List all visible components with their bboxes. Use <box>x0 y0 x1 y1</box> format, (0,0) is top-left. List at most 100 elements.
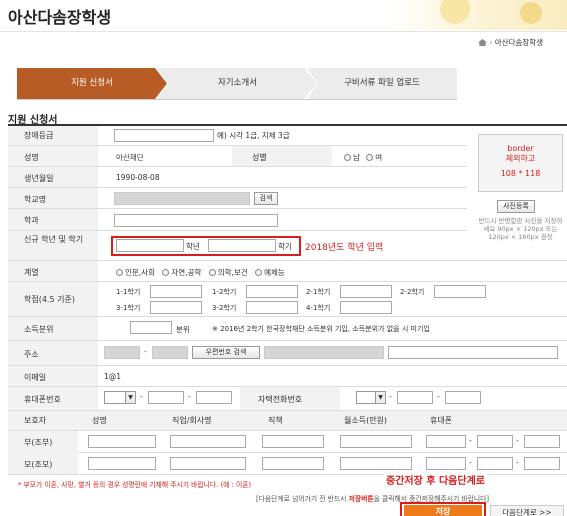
mobile-middle-input[interactable] <box>148 391 184 404</box>
school-input[interactable] <box>114 192 250 205</box>
home-icon[interactable] <box>478 39 487 46</box>
school-search-button[interactable]: 검색 <box>254 192 278 205</box>
tab-self-intro[interactable]: 자기소개서 <box>157 68 317 99</box>
tab-underline <box>17 99 457 100</box>
year-label: 신규 학년 및 학기 <box>24 235 84 244</box>
gpa-input[interactable] <box>150 285 202 298</box>
zip-search-button[interactable]: 우편번호 검색 <box>192 346 260 359</box>
row-line <box>8 365 567 366</box>
guardian-phone-input-3[interactable] <box>524 457 560 470</box>
save-reminder-part: [다음단계로 넘어가기 전 반드시 <box>256 495 349 503</box>
field-radio-medical[interactable] <box>208 269 216 276</box>
field-arts-label[interactable]: 예체능 <box>264 268 285 277</box>
year-note: 2018년도 학년 입력 <box>305 243 384 253</box>
gender-female-radio[interactable] <box>366 154 374 161</box>
guardian-header: 보호자 <box>24 416 47 425</box>
gpa-input[interactable] <box>246 301 298 314</box>
income-input[interactable] <box>130 321 172 334</box>
gpa-input[interactable] <box>246 285 298 298</box>
mobile-separator: - <box>188 392 191 401</box>
home-phone-last-input[interactable] <box>445 391 481 404</box>
email-value: 1@1 <box>104 372 122 381</box>
row-line <box>8 260 567 261</box>
row-line <box>8 208 467 209</box>
tab-application[interactable]: 지원 신청서 <box>17 68 167 99</box>
gpa-input[interactable] <box>340 301 392 314</box>
year-input[interactable] <box>116 239 184 252</box>
chevron-down-icon: ▼ <box>375 392 385 403</box>
gpa-term-label: 3-2학기 <box>212 304 237 312</box>
field-medical-label[interactable]: 의학,보건 <box>218 268 248 277</box>
field-humanities-label[interactable]: 인문,사회 <box>125 268 155 277</box>
save-reminder-emphasis: 저장버튼 <box>348 495 374 503</box>
gender-options: 남 여 <box>344 152 382 163</box>
address-main-input[interactable] <box>264 346 384 359</box>
gender-male-label[interactable]: 남 <box>353 153 360 162</box>
grade-input[interactable] <box>114 129 214 142</box>
guardian-row-label: 모(조모) <box>24 460 53 469</box>
tab-bar: 지원 신청서 자기소개서 구비서류 파일 업로드 <box>17 68 457 99</box>
tab-self-intro-label: 자기소개서 <box>217 78 258 88</box>
row-line <box>8 430 567 431</box>
guardian-phone-input-1[interactable] <box>426 435 466 448</box>
tab-application-label: 지원 신청서 <box>71 78 113 88</box>
guardian-row-label: 부(조부) <box>24 438 53 447</box>
tab-documents-label: 구비서류 파일 업로드 <box>344 78 420 88</box>
chevron-down-icon: ▼ <box>125 392 135 403</box>
guardian-phone-input-3[interactable] <box>524 435 560 448</box>
gpa-input[interactable] <box>150 301 202 314</box>
field-radio-science[interactable] <box>162 269 170 276</box>
photo-frame: border 제외하고 108 * 118 <box>478 134 563 192</box>
term-input[interactable] <box>208 239 276 252</box>
guardian-name-input[interactable] <box>88 435 156 448</box>
field-science-label[interactable]: 자연,공학 <box>171 268 201 277</box>
guardian-phone-input-2[interactable] <box>477 435 513 448</box>
email-label: 이메일 <box>24 373 47 382</box>
save-button[interactable]: 저장 <box>404 505 482 516</box>
field-label: 계열 <box>24 268 39 277</box>
name-label: 성명 <box>24 153 39 162</box>
guardian-header: 성명 <box>92 416 107 425</box>
guardian-job-input[interactable] <box>170 435 246 448</box>
guardian-header: 직책 <box>268 416 283 425</box>
guardian-title-input[interactable] <box>262 435 324 448</box>
gender-male-radio[interactable] <box>344 154 351 161</box>
guardian-income-input[interactable] <box>340 435 412 448</box>
gpa-input[interactable] <box>340 285 392 298</box>
field-radio-arts[interactable] <box>255 269 263 276</box>
header-divider <box>0 31 567 32</box>
home-phone-prefix-select[interactable]: ▼ <box>356 391 386 404</box>
breadcrumb-current[interactable]: 아산다솜장학생 <box>495 38 543 47</box>
save-button-label: 저장 <box>435 507 451 516</box>
gpa-input[interactable] <box>434 285 486 298</box>
photo-register-button[interactable]: 사진등록 <box>497 200 535 213</box>
next-step-button[interactable]: 다음단계로 >> <box>490 505 564 516</box>
zip-input-1[interactable] <box>104 346 140 359</box>
name-value: 아산재단 <box>116 153 144 162</box>
guardian-phone-input-1[interactable] <box>426 457 466 470</box>
major-input[interactable] <box>114 214 278 227</box>
guardian-income-input[interactable] <box>340 457 412 470</box>
phone-separator: - <box>469 436 472 445</box>
zip-input-2[interactable] <box>152 346 188 359</box>
gender-female-label[interactable]: 여 <box>375 153 382 162</box>
field-options: 인문,사회 자연,공학 의학,보건 예체능 <box>116 267 285 278</box>
row-line <box>8 187 467 188</box>
mobile-last-input[interactable] <box>196 391 232 404</box>
tab-documents[interactable]: 구비서류 파일 업로드 <box>307 68 457 99</box>
field-radio-humanities[interactable] <box>116 269 123 276</box>
guardian-title-input[interactable] <box>262 457 324 470</box>
home-phone-middle-input[interactable] <box>397 391 433 404</box>
birth-value: 1990-08-08 <box>116 173 160 182</box>
address-detail-input[interactable] <box>388 346 558 359</box>
income-unit: 분위 <box>176 325 190 334</box>
major-label: 학과 <box>24 216 39 225</box>
photo-note: 반드시 반명함판 사진을 저장하세요 90px × 120px 또는 120px… <box>478 217 563 241</box>
guardian-job-input[interactable] <box>170 457 246 470</box>
row-line <box>8 281 567 282</box>
save-overlay-note: 중간저장 후 다음단계로 <box>384 472 487 487</box>
mobile-prefix-select[interactable]: ▼ <box>104 391 136 404</box>
gpa-label: 학점(4.5 기준) <box>24 295 75 304</box>
guardian-phone-input-2[interactable] <box>477 457 513 470</box>
guardian-name-input[interactable] <box>88 457 156 470</box>
